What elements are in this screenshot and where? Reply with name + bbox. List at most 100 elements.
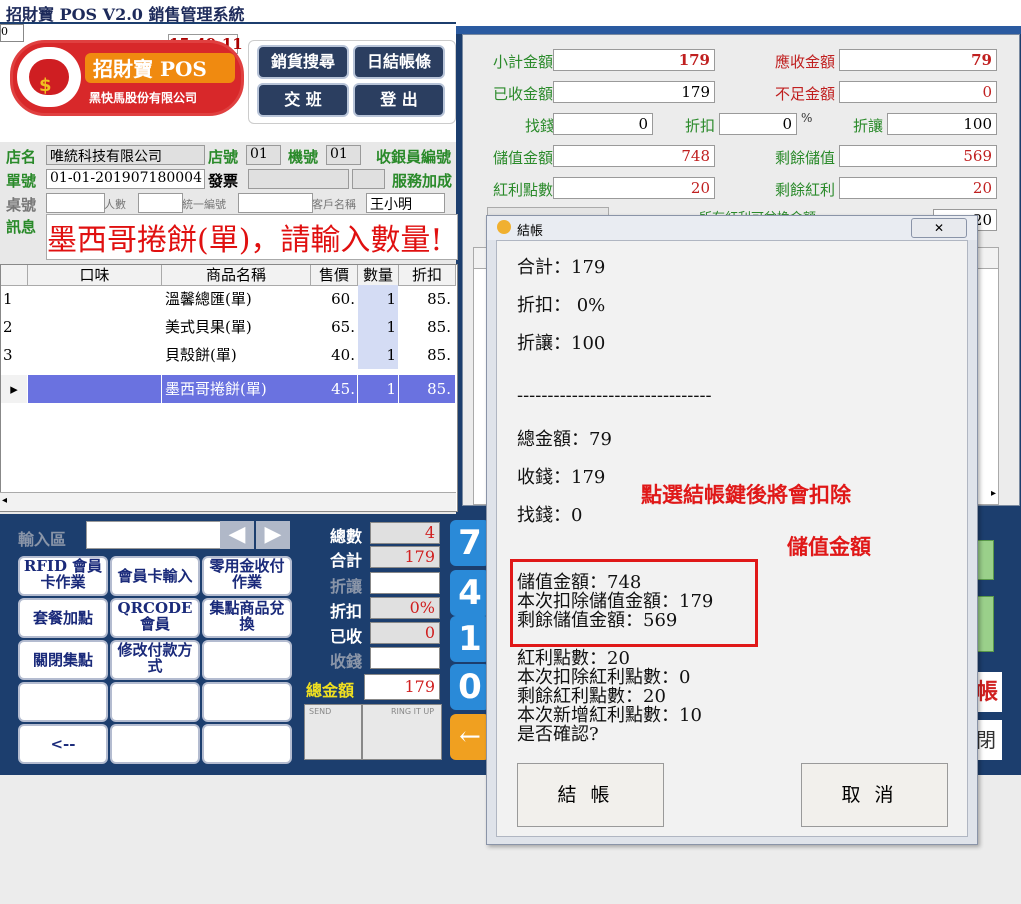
service-field[interactable] <box>352 169 385 189</box>
blank-button[interactable] <box>110 724 200 764</box>
summary-separator: -------------------------------- <box>517 385 712 406</box>
shift-change-button[interactable]: 交 班 <box>257 83 349 117</box>
received-field[interactable]: 179 <box>553 81 715 103</box>
allowance-field[interactable]: 100 <box>887 113 997 135</box>
percent-label: % <box>801 111 813 125</box>
scroll-right-icon[interactable]: ▸ <box>991 488 996 499</box>
paid-value[interactable] <box>370 647 440 669</box>
checkout-dialog: 結帳 ✕ 合計：179 折扣： 0% 折讓：100 --------------… <box>486 215 978 845</box>
close-points-button[interactable]: 關閉集點 <box>18 640 108 680</box>
key-4-button[interactable]: 4 <box>450 570 490 616</box>
grid-horizontal-scrollbar[interactable]: ◂ <box>0 492 456 511</box>
item-price: 40. <box>331 346 355 364</box>
send-order-button[interactable]: SEND <box>304 704 362 760</box>
combo-add-button[interactable]: 套餐加點 <box>18 598 108 638</box>
blank-button[interactable] <box>202 682 292 722</box>
item-grid[interactable]: 口味 商品名稱 售價 數量 折扣 1 溫馨總匯(單) 60. 1 85. 2 美… <box>0 264 458 512</box>
title-strip-bar <box>456 26 1021 34</box>
annotation-line1: 點選結帳鍵後將會扣除 <box>641 482 851 507</box>
blank-button[interactable] <box>202 724 292 764</box>
allowance-value[interactable] <box>370 572 440 594</box>
title-strip-right <box>456 0 1021 26</box>
cancel-button[interactable]: 取消 <box>801 763 948 827</box>
item-name: 溫馨總匯(單) <box>165 290 252 308</box>
qrcode-member-button[interactable]: QRCODE會員 <box>110 598 200 638</box>
bonus-label: 紅利點數 <box>493 181 554 199</box>
order-no-field: 01-01-201907180004 <box>46 169 205 189</box>
modify-payment-button[interactable]: 修改付款方式 <box>110 640 200 680</box>
scroll-left-icon[interactable]: ◂ <box>2 495 7 506</box>
item-qty: 1 <box>358 285 398 313</box>
grid-header-price[interactable]: 售價 <box>311 265 358 286</box>
paid-label: 收錢 <box>330 652 363 671</box>
points-redeem-button[interactable]: 集點商品兌換 <box>202 598 292 638</box>
tax-id-field[interactable] <box>238 193 313 213</box>
sales-search-button[interactable]: 銷貨搜尋 <box>257 45 349 79</box>
grid-header-discount[interactable]: 折扣 <box>399 265 456 286</box>
arrow-right-icon[interactable]: ▶ <box>256 521 290 549</box>
shortfall-label: 不足金額 <box>775 85 836 103</box>
item-price: 65. <box>331 318 355 336</box>
discount-label: 折扣 <box>330 602 363 621</box>
customer-label: 客戶名稱 <box>312 198 356 211</box>
logo: $ 招財寶 POS 黑快馬股份有限公司 <box>10 40 244 116</box>
checkout-button[interactable]: RING IT UP <box>362 704 442 760</box>
invoice-label: 發票 <box>208 172 239 190</box>
customer-field[interactable]: 王小明 <box>366 193 445 213</box>
change-field: 0 <box>553 113 653 135</box>
confirm-checkout-button[interactable]: 結帳 <box>517 763 664 827</box>
summary-grand-total: 總金額：79 <box>517 429 612 450</box>
grid-header-qty[interactable]: 數量 <box>358 265 399 286</box>
blank-button[interactable] <box>110 682 200 722</box>
item-name: 美式貝果(單) <box>165 318 252 336</box>
key-0-button[interactable]: 0 <box>450 664 490 710</box>
arrow-left-icon[interactable]: ◀ <box>220 521 254 549</box>
bonus-remain-field: 20 <box>839 177 997 199</box>
stored-remain-text: 剩餘儲值金額：569 <box>517 610 678 631</box>
total-value: 179 <box>364 674 440 700</box>
close-side-button[interactable]: 閉 <box>976 720 1002 760</box>
dialog-title: 結帳 <box>517 224 544 239</box>
member-card-button[interactable]: 會員卡輸入 <box>110 556 200 596</box>
discount-field[interactable]: 0 <box>719 113 797 135</box>
enter-key-icon[interactable]: ← <box>450 714 490 760</box>
blank-button[interactable] <box>202 640 292 680</box>
logout-button[interactable]: 登 出 <box>353 83 445 117</box>
change-label: 找錢 <box>525 117 556 135</box>
service-label: 服務加成 <box>392 172 453 190</box>
grid-header-name[interactable]: 商品名稱 <box>162 265 311 286</box>
green-button[interactable] <box>976 540 994 580</box>
table-field[interactable] <box>46 193 105 213</box>
invoice-field[interactable] <box>248 169 349 189</box>
checkout-side-button[interactable]: 帳 <box>976 672 1002 712</box>
key-1-button[interactable]: 1 <box>450 616 490 662</box>
dialog-body: 合計：179 折扣： 0% 折讓：100 -------------------… <box>496 240 968 837</box>
blank-button[interactable] <box>18 682 108 722</box>
counter-field: 0 <box>0 24 24 42</box>
receivable-field: 79 <box>839 49 997 71</box>
stored-remain-label: 剩餘儲值 <box>775 149 836 167</box>
subtotal-value: 179 <box>370 546 440 568</box>
grid-header-flavor[interactable]: 口味 <box>28 265 162 286</box>
order-no-label: 單號 <box>6 172 37 190</box>
close-icon[interactable]: ✕ <box>911 218 967 238</box>
message-label: 訊息 <box>6 218 37 236</box>
received-value: 0 <box>370 622 440 644</box>
bonus-remain-text: 剩餘紅利點數：20 <box>517 686 666 707</box>
bonus-deduct-text: 本次扣除紅利點數：0 <box>517 667 691 688</box>
key-7-button[interactable]: 7 <box>450 520 490 566</box>
summary-change: 找錢：0 <box>517 505 583 526</box>
row-number: 2 <box>3 318 13 336</box>
allowance-label: 折讓 <box>853 117 884 135</box>
input-area-field[interactable] <box>86 521 221 549</box>
petty-cash-button[interactable]: 零用金收付作業 <box>202 556 292 596</box>
rfid-member-button[interactable]: RFID 會員卡作業 <box>18 556 108 596</box>
backspace-button[interactable]: <-- <box>18 724 108 764</box>
daily-report-button[interactable]: 日結帳條 <box>353 45 445 79</box>
shortfall-field: 0 <box>839 81 997 103</box>
stored-deduct-text: 本次扣除儲值金額：179 <box>517 591 714 612</box>
green-button-2[interactable] <box>976 596 994 652</box>
people-field[interactable] <box>138 193 183 213</box>
discount-label: 折扣 <box>685 117 716 135</box>
annotation-line2: 儲值金額 <box>787 534 871 559</box>
